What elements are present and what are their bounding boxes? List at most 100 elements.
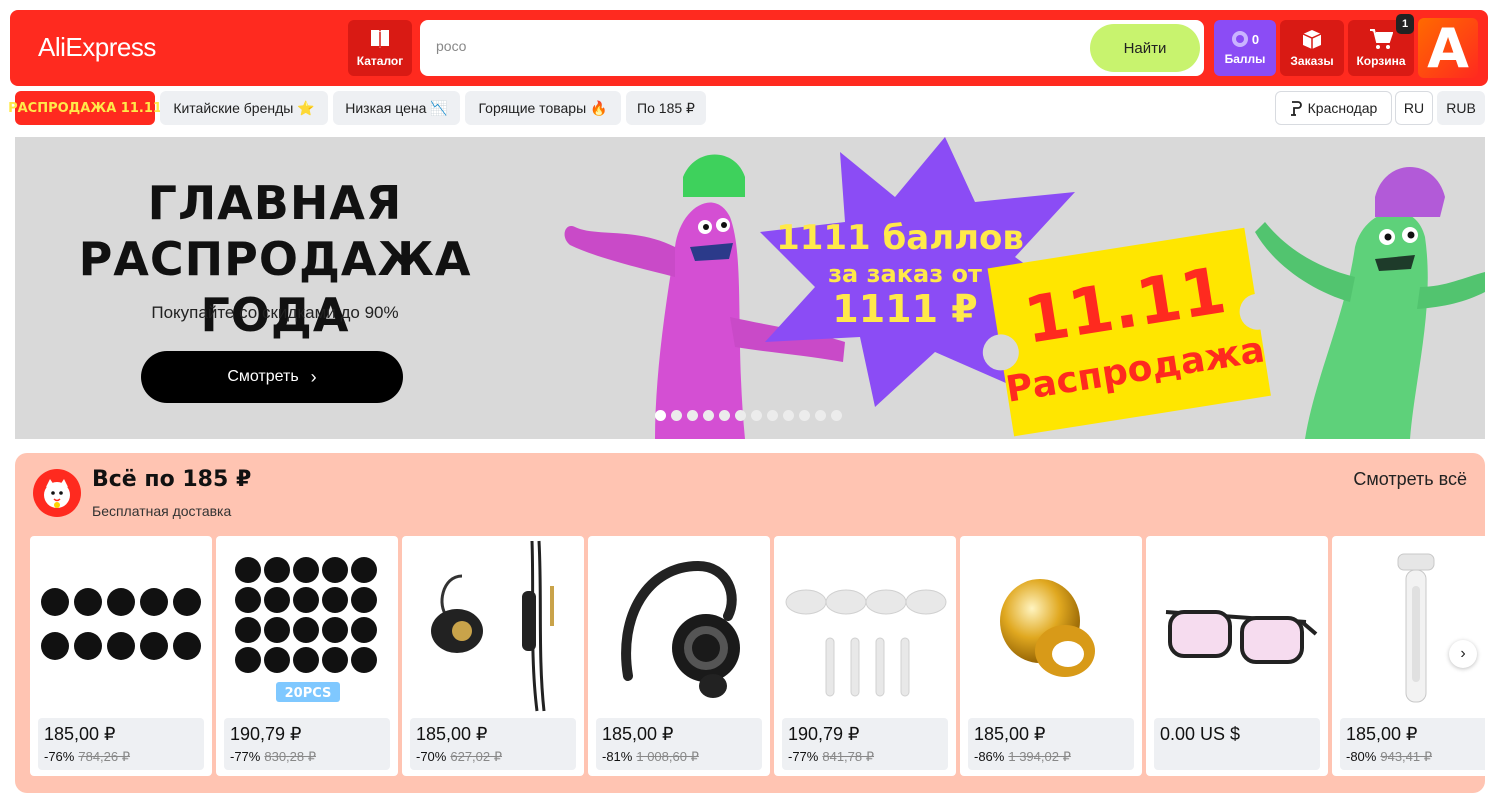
section-title: Всё по 185 ₽ bbox=[92, 467, 252, 492]
search-bar: Найти bbox=[420, 20, 1204, 76]
product-card[interactable]: 185,00 ₽ -70% 627,02 ₽ bbox=[402, 536, 584, 776]
avatar[interactable]: A bbox=[1418, 17, 1478, 80]
product-price: 185,00 ₽ bbox=[974, 724, 1046, 744]
catalog-button[interactable]: Каталог bbox=[348, 20, 412, 76]
product-card[interactable]: 190,79 ₽ -77% 841,78 ₽ bbox=[774, 536, 956, 776]
product-carousel: 185,00 ₽ -76% 784,26 ₽ 20PCS 190,79 ₽ -77… bbox=[30, 536, 1485, 776]
discount-percent: -80% bbox=[1346, 749, 1377, 764]
product-image bbox=[431, 540, 554, 712]
product-price: 190,79 ₽ bbox=[788, 724, 860, 744]
cart-count-badge: 1 bbox=[1396, 14, 1414, 34]
discount-percent: -86% bbox=[974, 749, 1005, 764]
old-price: 943,41 ₽ bbox=[1380, 749, 1433, 764]
hero-banner[interactable]: ГЛАВНАЯ РАСПРОДАЖА ГОДА Покупайте со ски… bbox=[15, 137, 1485, 439]
green-inflatable-figure bbox=[1255, 167, 1485, 439]
discount-percent: -77% bbox=[230, 749, 261, 764]
chip-low-price[interactable]: Низкая цена 📉 bbox=[333, 91, 460, 125]
old-price: 1 008,60 ₽ bbox=[636, 749, 699, 764]
search-input[interactable] bbox=[436, 38, 1076, 54]
carousel-dot[interactable] bbox=[751, 410, 762, 421]
product-price: 185,00 ₽ bbox=[44, 724, 116, 744]
product-price: 185,00 ₽ bbox=[602, 724, 674, 744]
product-card[interactable]: 0.00 US $ bbox=[1146, 536, 1328, 776]
cart-icon bbox=[1370, 29, 1393, 49]
product-image bbox=[1165, 610, 1318, 664]
starburst-line1: 1111 баллов bbox=[776, 218, 1024, 258]
product-card[interactable]: 185,00 ₽ -86% 1 394,02 ₽ bbox=[960, 536, 1142, 776]
chevron-right-icon: › bbox=[1460, 645, 1466, 662]
discount-percent: -77% bbox=[788, 749, 819, 764]
cart-label: Корзина bbox=[1356, 54, 1406, 68]
product-price: 190,79 ₽ bbox=[230, 724, 302, 744]
old-price: 1 394,02 ₽ bbox=[1008, 749, 1071, 764]
box-icon bbox=[1302, 30, 1322, 49]
language-selector[interactable]: RU bbox=[1395, 91, 1433, 125]
product-card[interactable]: 185,00 ₽ -76% 784,26 ₽ bbox=[30, 536, 212, 776]
all-185-section: Всё по 185 ₽ Бесплатная доставка Смотрет… bbox=[15, 453, 1485, 793]
product-image bbox=[1397, 553, 1435, 703]
banner-artwork: 1111 баллов за заказ от 1111 ₽ 11.11 Рас… bbox=[564, 137, 1485, 439]
price-box: 190,79 ₽ -77% 841,78 ₽ bbox=[782, 718, 948, 770]
carousel-dot[interactable] bbox=[799, 410, 810, 421]
carousel-dot[interactable] bbox=[671, 410, 682, 421]
price-box: 185,00 ₽ -76% 784,26 ₽ bbox=[38, 718, 204, 770]
chip-185-rub[interactable]: По 185 ₽ bbox=[626, 91, 706, 125]
aliexpress-logo[interactable]: AliExpress bbox=[38, 32, 156, 63]
price-box: 190,79 ₽ -77% 830,28 ₽ bbox=[224, 718, 390, 770]
carousel-dot[interactable] bbox=[655, 410, 666, 421]
price-box: 185,00 ₽ -80% 943,41 ₽ bbox=[1340, 718, 1485, 770]
chip-hot-deals[interactable]: Горящие товары 🔥 bbox=[465, 91, 621, 125]
carousel-dot[interactable] bbox=[687, 410, 698, 421]
points-label: Баллы bbox=[1224, 52, 1266, 66]
product-price: 0.00 US $ bbox=[1160, 724, 1241, 744]
price-box: 185,00 ₽ -70% 627,02 ₽ bbox=[410, 718, 576, 770]
lucky-cat-icon bbox=[33, 469, 81, 517]
pink-inflatable-figure bbox=[564, 154, 845, 439]
discount-percent: -76% bbox=[44, 749, 75, 764]
location-selector[interactable]: Краснодар bbox=[1275, 91, 1392, 125]
carousel-dot[interactable] bbox=[735, 410, 746, 421]
old-price: 841,78 ₽ bbox=[822, 749, 875, 764]
product-card[interactable]: 20PCS 190,79 ₽ -77% 830,28 ₽ bbox=[216, 536, 398, 776]
coin-icon bbox=[1231, 31, 1248, 47]
price-box: 0.00 US $ bbox=[1154, 718, 1320, 770]
starburst-line3: 1111 ₽ bbox=[832, 287, 977, 331]
carousel-dot[interactable] bbox=[783, 410, 794, 421]
price-box: 185,00 ₽ -86% 1 394,02 ₽ bbox=[968, 718, 1134, 770]
product-image bbox=[1000, 579, 1095, 677]
view-all-link[interactable]: Смотреть всё bbox=[1353, 469, 1467, 490]
currency-selector[interactable]: RUB bbox=[1437, 91, 1485, 125]
pack-badge: 20PCS bbox=[285, 686, 332, 701]
carousel-dot[interactable] bbox=[703, 410, 714, 421]
product-card[interactable]: 185,00 ₽ -81% 1 008,60 ₽ bbox=[588, 536, 770, 776]
carousel-dot[interactable] bbox=[719, 410, 730, 421]
carousel-dot[interactable] bbox=[767, 410, 778, 421]
search-button[interactable]: Найти bbox=[1090, 24, 1200, 72]
carousel-next-button[interactable]: › bbox=[1449, 640, 1477, 668]
discount-percent: -70% bbox=[416, 749, 447, 764]
book-icon bbox=[371, 30, 389, 48]
catalog-label: Каталог bbox=[356, 54, 404, 68]
sale-chip[interactable]: РАСПРОДАЖА 11.11 bbox=[8, 91, 162, 125]
carousel-dots bbox=[655, 410, 842, 421]
points-count: 0 bbox=[1251, 31, 1260, 47]
product-image bbox=[621, 560, 740, 698]
orders-button[interactable]: Заказы bbox=[1280, 20, 1344, 76]
discount-percent: -81% bbox=[602, 749, 633, 764]
points-button[interactable]: 0 Баллы bbox=[1214, 20, 1276, 76]
carousel-dot[interactable] bbox=[815, 410, 826, 421]
product-price: 185,00 ₽ bbox=[1346, 724, 1418, 744]
product-price: 185,00 ₽ bbox=[416, 724, 488, 744]
old-price: 784,26 ₽ bbox=[78, 749, 131, 764]
product-image: 20PCS bbox=[235, 557, 377, 702]
starburst-line2: за заказ от bbox=[828, 260, 982, 288]
section-subtitle: Бесплатная доставка bbox=[92, 503, 232, 519]
orders-label: Заказы bbox=[1290, 54, 1334, 68]
location-label: Краснодар bbox=[1307, 100, 1378, 116]
top-header: AliExpress Каталог Найти 0 Баллы Заказы … bbox=[10, 10, 1488, 86]
old-price: 830,28 ₽ bbox=[264, 749, 317, 764]
location-pin-icon bbox=[1290, 101, 1302, 116]
chip-chinese-brands[interactable]: Китайские бренды ⭐ bbox=[160, 91, 328, 125]
price-box: 185,00 ₽ -81% 1 008,60 ₽ bbox=[596, 718, 762, 770]
carousel-dot[interactable] bbox=[831, 410, 842, 421]
